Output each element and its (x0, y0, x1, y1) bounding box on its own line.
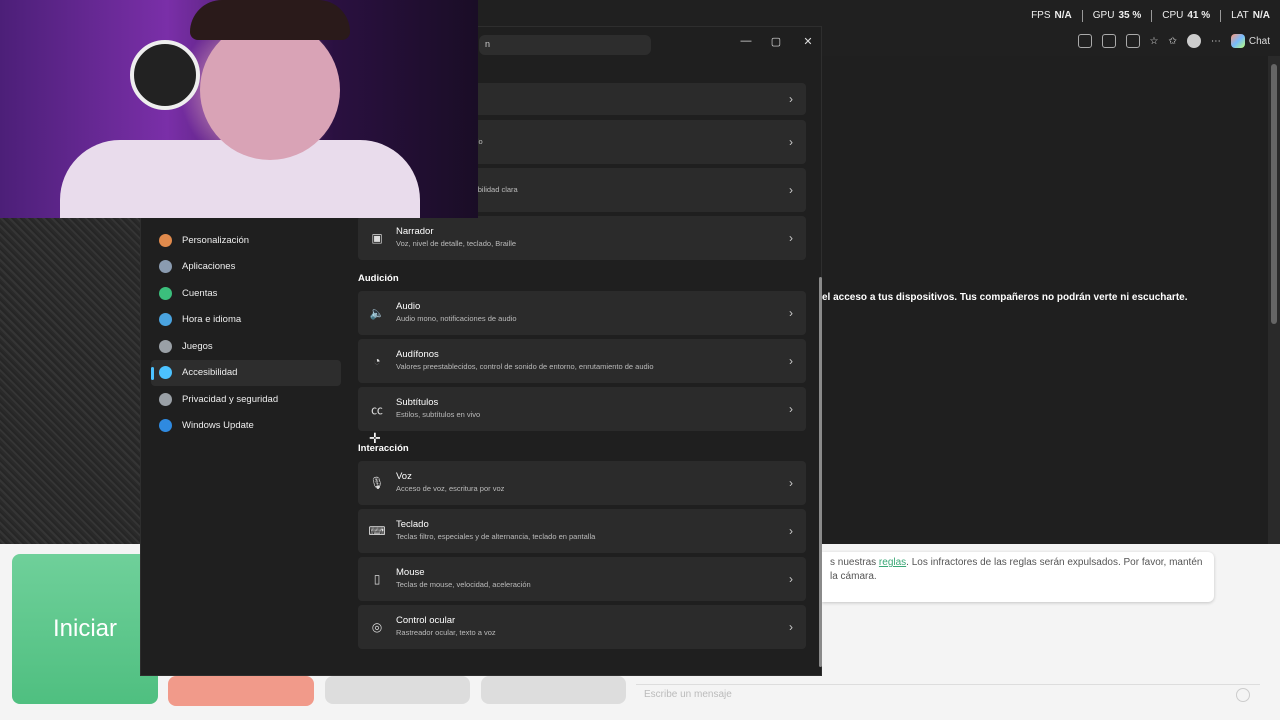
sidebar-item-label: Hora e idioma (182, 314, 242, 326)
favorites-icon[interactable]: ✩ (1168, 36, 1176, 47)
chevron-right-icon: › (789, 135, 793, 149)
translate-icon[interactable] (1101, 34, 1116, 48)
option-button[interactable] (325, 676, 470, 704)
start-button[interactable]: Iniciar (12, 554, 158, 704)
card-audio[interactable]: 🔈 Audio Audio mono, notificaciones de audi… (358, 291, 806, 335)
chevron-right-icon: › (789, 183, 793, 197)
sidebar-item-label: Aplicaciones (182, 261, 236, 273)
chevron-right-icon: › (789, 402, 793, 416)
browser-toolbar: ☆ ✩ ⋯ Chat (820, 30, 1280, 52)
copilot-icon (1230, 34, 1245, 48)
reader-icon[interactable] (1125, 34, 1140, 48)
privacy-notice: el acceso a tus dispositivos. Tus compañ… (822, 292, 1188, 303)
extensions-icon[interactable] (1077, 34, 1092, 48)
sidebar-item-label: Windows Update (182, 420, 254, 432)
browser-scrollbar[interactable] (1268, 56, 1280, 544)
minimize-icon[interactable]: — (731, 31, 761, 51)
sidebar-item-privacidad-y-seguridad[interactable]: Privacidad y seguridad (151, 386, 341, 413)
video-noise-panel (0, 218, 140, 544)
avatar[interactable] (1186, 34, 1201, 48)
sidebar-item-hora-e-idioma[interactable]: Hora e idioma (151, 307, 341, 334)
close-icon[interactable]: ✕ (793, 31, 823, 51)
speaker-icon: 🔈 (369, 306, 385, 320)
eye-control-icon: ◎ (371, 620, 383, 634)
stop-button[interactable] (168, 676, 314, 706)
shield-icon (159, 392, 172, 406)
chevron-right-icon: › (789, 620, 793, 634)
gpu-stat: GPU 35 % (1092, 10, 1142, 21)
narrator-icon: ▣ (371, 231, 383, 245)
chevron-right-icon: › (789, 476, 793, 490)
section-interaccion: Interacción (358, 443, 409, 454)
hearing-icon: ◔ (373, 354, 381, 368)
sidebar-item-label: Cuentas (182, 287, 218, 299)
performance-overlay: FPS N/A GPU 35 % CPU 41 % LAT N/A (1031, 10, 1270, 22)
settings-scrollbar[interactable] (819, 277, 822, 667)
headset-image (130, 40, 200, 110)
sidebar-item-label: Personalización (182, 234, 250, 246)
card-mouse[interactable]: ▯ Mouse Teclas de mouse, velocidad, aceler… (358, 557, 806, 601)
section-audicion: Audición (358, 273, 399, 284)
webcam-overlay (0, 0, 478, 218)
apps-icon (159, 260, 172, 274)
more-icon[interactable]: ⋯ (1211, 36, 1221, 47)
card-narrator[interactable]: ▣ Narrador Voz, nivel de detalle, teclado,… (358, 216, 806, 260)
card-eye-control[interactable]: ◎ Control ocular Rastreador ocular, texto … (358, 605, 806, 649)
lat-stat: LAT N/A (1231, 10, 1270, 21)
sidebar-item-cuentas[interactable]: Cuentas (151, 280, 341, 307)
chevron-right-icon: › (789, 306, 793, 320)
sidebar-item-label: Juegos (182, 340, 213, 352)
chevron-right-icon: › (789, 231, 793, 245)
globe-icon (159, 313, 172, 327)
cursor-icon: ✛ (369, 430, 381, 446)
sidebar-item-aplicaciones[interactable]: Aplicaciones (151, 254, 341, 281)
card-keyboard[interactable]: ⌨ Teclado Teclas filtro, especiales y de a… (358, 509, 806, 553)
settings-nav: Personalización Aplicaciones Cuentas Hora e… (151, 227, 341, 439)
sidebar-item-accesibilidad[interactable]: Accesibilidad (151, 359, 341, 386)
sidebar-item-windows-update[interactable]: Windows Update (151, 413, 341, 440)
mouse-icon: ▯ (373, 572, 381, 586)
sidebar-item-label: Accesibilidad (182, 367, 238, 379)
message-input[interactable]: Escribe un mensaje (636, 684, 1260, 708)
chevron-right-icon: › (789, 354, 793, 368)
gamepad-icon (159, 339, 172, 353)
emoji-icon[interactable] (1236, 688, 1250, 702)
keyboard-icon: ⌨ (368, 524, 386, 538)
maximize-icon[interactable]: ▢ (761, 31, 791, 51)
card-captions[interactable]: ㏄ Subtítulos Estilos, subtítulos en vivo › (358, 387, 806, 431)
sidebar-item-label: Privacidad y seguridad (182, 393, 279, 405)
account-icon (159, 286, 172, 300)
fps-stat: FPS N/A (1031, 10, 1072, 21)
cpu-stat: CPU 41 % (1162, 10, 1211, 21)
option-button[interactable] (481, 676, 626, 704)
update-icon (159, 419, 172, 433)
sidebar-item-juegos[interactable]: Juegos (151, 333, 341, 360)
favorite-star-icon[interactable]: ☆ (1150, 36, 1159, 47)
chat-button[interactable]: Chat (1230, 34, 1270, 48)
microphone-icon: 🎙 (369, 476, 385, 490)
captions-icon: ㏄ (370, 402, 383, 417)
chevron-right-icon: › (789, 524, 793, 538)
chevron-right-icon: › (789, 92, 793, 106)
rules-link[interactable]: reglas (879, 557, 906, 568)
brush-icon (159, 233, 172, 247)
card-voice[interactable]: 🎙 Voz Acceso de voz, escritura por voz › (358, 461, 806, 505)
rules-notice: s nuestras reglas. Los infractores de la… (822, 552, 1214, 602)
accessibility-icon (159, 366, 172, 380)
card-hearing[interactable]: ◔ Audífonos Valores preestablecidos, contr… (358, 339, 806, 383)
search-input[interactable]: n (479, 35, 651, 55)
sidebar-item-personalizaci-n[interactable]: Personalización (151, 227, 341, 254)
chevron-right-icon: › (789, 572, 793, 586)
